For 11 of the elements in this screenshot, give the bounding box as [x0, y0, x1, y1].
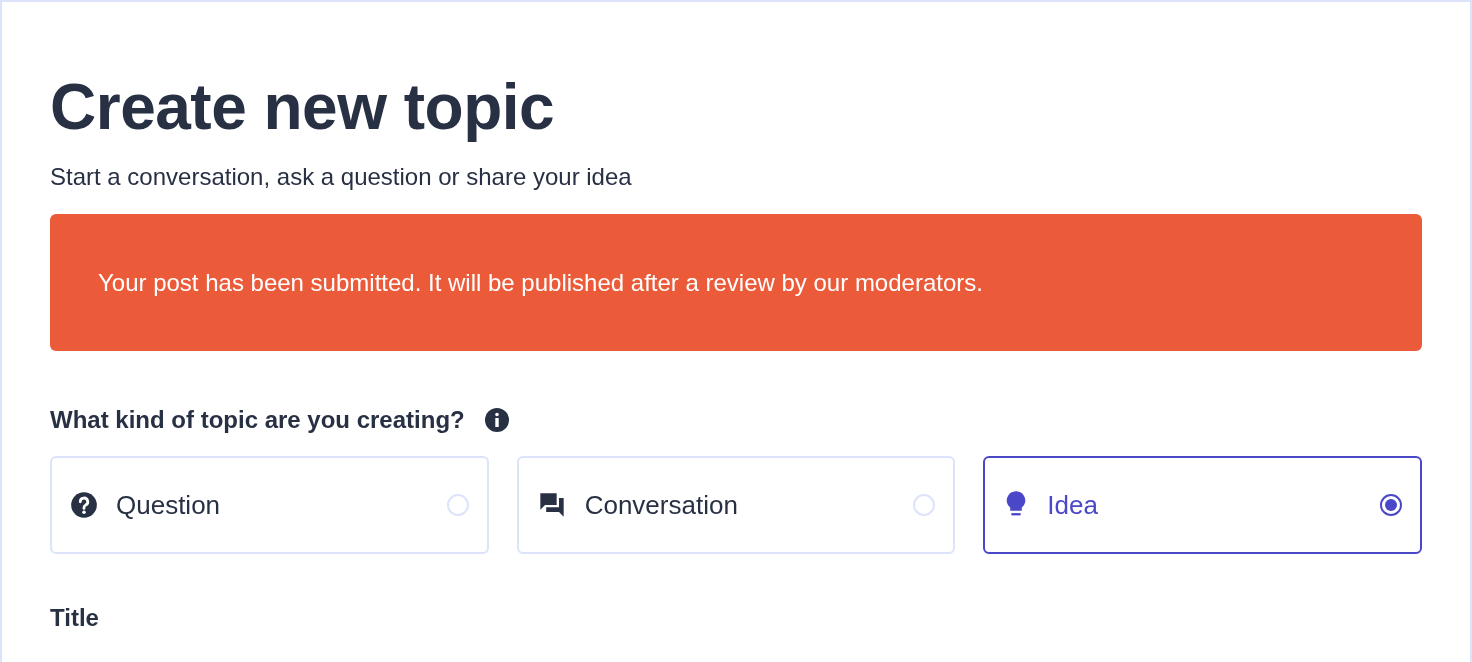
topic-type-option[interactable]: Idea	[983, 456, 1422, 554]
notice-text: Your post has been submitted. It will be published after a review by our moderators.	[98, 268, 983, 297]
question-icon	[70, 491, 98, 519]
title-label: Title	[50, 604, 100, 632]
radio-button[interactable]	[1380, 494, 1402, 516]
topic-type-label: What kind of topic are you creating?	[50, 406, 465, 434]
info-icon[interactable]	[484, 408, 509, 432]
page-title: Create new topic	[50, 70, 556, 145]
topic-type-option[interactable]: Question	[50, 456, 489, 554]
page-subtitle: Start a conversation, ask a question or share your idea	[50, 162, 633, 192]
topic-type-option[interactable]: Conversation	[516, 456, 956, 554]
